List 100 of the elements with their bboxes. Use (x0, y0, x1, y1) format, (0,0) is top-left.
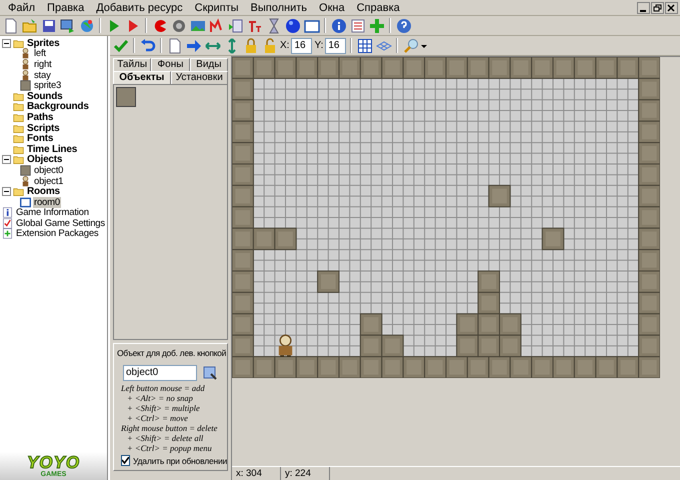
menu-item[interactable]: Справка (350, 2, 406, 14)
stone-block (638, 334, 660, 358)
stone-block (510, 57, 532, 79)
tree-item[interactable]: room0 (33, 196, 61, 208)
stone-block (552, 356, 575, 378)
tree-item[interactable]: Global Game Settings (15, 218, 106, 229)
help-text: Right mouse button = delete (121, 423, 218, 433)
path-icon[interactable] (208, 17, 225, 34)
info-icon[interactable] (330, 17, 347, 34)
stone-block (232, 184, 254, 208)
stone-block (638, 292, 660, 314)
stone-block (381, 334, 404, 358)
snap-y-label: Y: (314, 40, 324, 51)
stone-block (232, 142, 254, 164)
folder-icon (13, 38, 24, 49)
stone-block (232, 164, 254, 186)
stone-block-thumbnail[interactable] (116, 87, 136, 107)
restore-icon[interactable] (651, 2, 664, 14)
globe-icon[interactable] (78, 17, 95, 34)
tree-item[interactable]: Extension Packages (15, 228, 100, 240)
character-icon (20, 70, 31, 81)
tab[interactable]: Тайлы (113, 58, 152, 71)
tree-item[interactable]: Paths (26, 112, 54, 123)
stone-block (638, 356, 660, 378)
stone-block (232, 57, 254, 79)
menu-item[interactable]: Файл (2, 2, 42, 14)
stone-block (424, 356, 446, 378)
tab[interactable]: Фоны (151, 58, 190, 71)
stone-block (456, 313, 479, 336)
tab[interactable]: Виды (190, 58, 228, 71)
tree-item[interactable]: Objects (26, 154, 64, 166)
grid-icon[interactable] (356, 37, 374, 54)
ball-icon[interactable] (284, 17, 301, 34)
stone-block (638, 99, 660, 122)
stone-block (252, 228, 276, 250)
stone-block (574, 57, 596, 79)
tree-item[interactable]: right (33, 58, 52, 70)
stone-block (466, 356, 490, 378)
tree-item[interactable]: object0 (33, 164, 64, 176)
speaker-icon[interactable] (170, 17, 187, 34)
collapse-icon[interactable] (2, 155, 11, 164)
tree-item[interactable]: Sounds (26, 90, 64, 102)
menu-item[interactable]: Правка (41, 2, 90, 14)
stone-block (510, 356, 532, 378)
stone-block (232, 249, 254, 272)
collapse-icon[interactable] (2, 38, 11, 48)
tree-item[interactable]: Time Lines (26, 144, 78, 155)
tree-item[interactable]: Fonts (26, 133, 54, 144)
monitor-arrow-icon[interactable] (59, 17, 76, 34)
object-field[interactable]: object0 (123, 364, 197, 380)
object-picker-icon[interactable] (201, 364, 218, 381)
tree-item[interactable]: Rooms (26, 186, 61, 198)
tree-item[interactable]: Game Information (15, 207, 90, 218)
stone-block (638, 142, 660, 164)
stone-block (381, 57, 404, 79)
stone-block (616, 356, 640, 378)
collapse-icon[interactable] (2, 187, 11, 196)
snap-x-field[interactable]: 16 (291, 38, 312, 54)
tree-item[interactable]: Scripts (26, 122, 61, 134)
settings-list-icon[interactable] (349, 17, 366, 34)
stone-block (296, 57, 318, 79)
character-icon (20, 48, 31, 60)
tree-item[interactable]: object1 (33, 176, 64, 187)
tab[interactable]: Объекты (113, 71, 170, 84)
menu-item[interactable]: Добавить ресурс (90, 2, 189, 14)
tree-item[interactable]: Backgrounds (26, 101, 90, 112)
stone-block (296, 356, 318, 378)
check-icon[interactable] (112, 37, 129, 54)
snap-y-field[interactable]: 16 (325, 38, 346, 54)
close-icon[interactable] (665, 2, 678, 14)
checkbox[interactable] (121, 455, 130, 466)
help-text: + <Ctrl> = move (126, 413, 189, 423)
stone-block-icon (20, 80, 31, 92)
save-icon[interactable] (40, 17, 57, 34)
help-text: + <Alt> = no snap (126, 393, 194, 403)
tree-item[interactable]: Sprites (26, 38, 61, 49)
stone-block (488, 184, 511, 208)
stone-block (638, 313, 660, 336)
menu-item[interactable]: Скрипты (188, 2, 245, 14)
stone-block (595, 356, 618, 378)
stone-block (446, 57, 468, 79)
character-icon (20, 176, 31, 187)
tab[interactable]: Установки (170, 71, 228, 84)
stone-block (531, 356, 554, 378)
help-text: + <Shift> = multiple (126, 403, 201, 413)
folder-icon (13, 144, 24, 155)
stone-block (488, 57, 511, 79)
help-icon[interactable] (395, 17, 412, 34)
menu-item[interactable]: Выполнить (244, 2, 314, 14)
minimize-icon[interactable] (637, 2, 650, 14)
menu-item[interactable]: Окна (313, 2, 351, 14)
tree-item[interactable]: sprite3 (33, 80, 62, 92)
tree-item[interactable]: stay (33, 70, 52, 81)
stone-block (252, 57, 276, 79)
stone-block (360, 57, 382, 79)
tree-item[interactable]: left (33, 48, 47, 60)
script-icon[interactable] (227, 17, 244, 34)
undo-icon[interactable] (139, 37, 156, 54)
checkbox-label: Удалить при обновлении (133, 456, 228, 466)
arrow-right-icon[interactable] (185, 37, 202, 54)
